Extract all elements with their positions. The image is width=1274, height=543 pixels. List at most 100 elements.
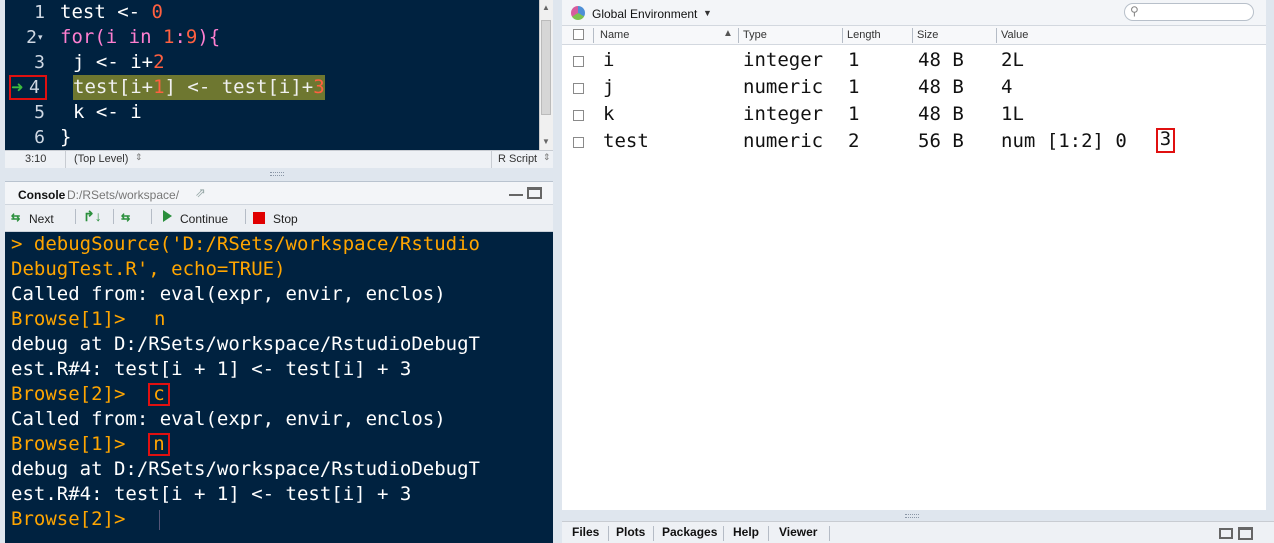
console-input: n [154,308,166,330]
continue-icon[interactable] [163,210,172,222]
environment-icon [571,6,585,20]
console-prompt: Browse[1]> [11,308,137,330]
console-input-highlighted: c [148,383,170,406]
restore-icon[interactable] [1219,528,1233,539]
sort-up-icon: ▲ [723,28,733,39]
console-output[interactable]: > debugSource('D:/RSets/workspace/Rstudi… [5,232,553,543]
minimize-icon[interactable] [509,194,523,196]
scroll-down-icon[interactable]: ▼ [542,137,550,146]
divider [912,28,913,43]
console-prompt: Browse[2]> [11,383,137,405]
search-icon: ⚲ [1130,4,1139,18]
var-size: 48 B [918,103,964,125]
line-number: 3 [34,52,45,73]
code-line[interactable]: j <- i+2 [73,50,165,75]
code-line[interactable]: } [60,125,71,150]
var-length: 1 [848,76,860,98]
var-size: 48 B [918,76,964,98]
code-line[interactable]: test <- 0 [60,0,163,25]
var-type: integer [743,49,824,71]
var-value: 4 [1001,76,1013,98]
divider [723,526,724,541]
environment-columns: Name ▲ Type Length Size Value [562,26,1266,45]
table-row[interactable]: k integer 1 48 B 1L [562,101,1266,128]
next-button[interactable]: Next [29,212,54,226]
var-length: 1 [848,49,860,71]
code-line-highlighted[interactable]: test[i+1] <- test[i]+3 [73,75,325,100]
line-number: 4 [29,77,40,98]
divider [653,526,654,541]
console-tab[interactable]: Console [18,188,65,202]
line-number: 6 [34,127,45,148]
var-length: 1 [848,103,860,125]
console-cursor[interactable] [159,510,160,530]
fold-arrow-icon[interactable]: ▾ [38,32,43,43]
tab-viewer[interactable]: Viewer [779,525,817,539]
divider [75,209,76,224]
tab-files[interactable]: Files [572,525,599,539]
row-checkbox[interactable] [573,110,584,121]
table-row[interactable]: i integer 1 48 B 2L [562,47,1266,74]
console-line: DebugTest.R', echo=TRUE) [11,258,286,280]
code-line[interactable]: for(i in 1:9){ [60,25,220,50]
environment-table: i integer 1 48 B 2L j numeric 1 48 B 4 k… [562,45,1266,510]
column-value[interactable]: Value [1001,29,1028,41]
divider [608,526,609,541]
console-line: est.R#4: test[i + 1] <- test[i] + 3 [11,483,412,505]
tab-packages[interactable]: Packages [662,525,717,539]
updown-icon: ⇕ [543,152,551,162]
table-row[interactable]: test numeric 2 56 B num [1:2] 0 3 [562,128,1266,155]
var-type: numeric [743,130,824,152]
scope-selector[interactable]: (Top Level) [74,153,128,165]
row-checkbox[interactable] [573,137,584,148]
continue-button[interactable]: Continue [180,212,228,226]
column-type[interactable]: Type [743,29,767,41]
finish-function-icon[interactable]: ⇆ [121,211,130,224]
pane-splitter[interactable] [270,172,284,176]
var-type: numeric [743,76,824,98]
column-length[interactable]: Length [847,29,881,41]
maximize-icon[interactable] [527,187,542,199]
console-line: debug at D:/RSets/workspace/RstudioDebug… [11,458,480,480]
scroll-up-icon[interactable]: ▲ [542,3,550,12]
row-checkbox[interactable] [573,83,584,94]
chevron-down-icon[interactable]: ▼ [703,8,712,18]
divider [491,151,492,168]
console-input-highlighted: n [148,433,170,456]
divider [113,209,114,224]
var-type: integer [743,103,824,125]
var-name: test [603,130,649,152]
row-checkbox[interactable] [573,56,584,67]
var-value: 1L [1001,103,1024,125]
console-line: > debugSource('D:/RSets/workspace/Rstudi… [11,233,480,255]
tab-plots[interactable]: Plots [616,525,645,539]
stop-button[interactable]: Stop [273,212,298,226]
var-length: 2 [848,130,860,152]
var-value: 2L [1001,49,1024,71]
cursor-position: 3:10 [25,153,47,165]
filetype-selector[interactable]: R Script [498,153,537,165]
var-value: num [1:2] 0 [1001,130,1127,152]
editor-scrollbar[interactable]: ▲ ▼ [539,0,553,150]
pane-splitter[interactable] [905,514,919,518]
table-row[interactable]: j numeric 1 48 B 4 [562,74,1266,101]
next-icon[interactable]: ⇆ [11,211,20,224]
code-line[interactable]: k <- i [73,100,142,125]
var-size: 56 B [918,130,964,152]
environment-search-input[interactable]: ⚲ [1124,3,1254,21]
column-name[interactable]: Name [600,29,629,41]
step-into-icon[interactable]: ↱↓ [83,208,102,225]
scroll-thumb[interactable] [541,20,551,115]
console-line: debug at D:/RSets/workspace/RstudioDebug… [11,333,480,355]
maximize-icon[interactable] [1238,527,1253,540]
files-pane-tabs: Files Plots Packages Help Viewer [562,521,1274,543]
var-name: j [603,76,615,98]
stop-icon[interactable] [253,212,265,224]
select-all-checkbox[interactable] [573,29,584,40]
column-size[interactable]: Size [917,29,938,41]
console-line: Called from: eval(expr, envir, enclos) [11,283,446,305]
tab-help[interactable]: Help [733,525,759,539]
goto-directory-icon[interactable]: ⇗ [195,185,206,201]
environment-selector[interactable]: Global Environment [592,7,697,21]
source-editor[interactable]: 1 2 ▾ 3 ➜ 4 5 6 test <- 0 for(i in 1:9){… [5,0,553,150]
